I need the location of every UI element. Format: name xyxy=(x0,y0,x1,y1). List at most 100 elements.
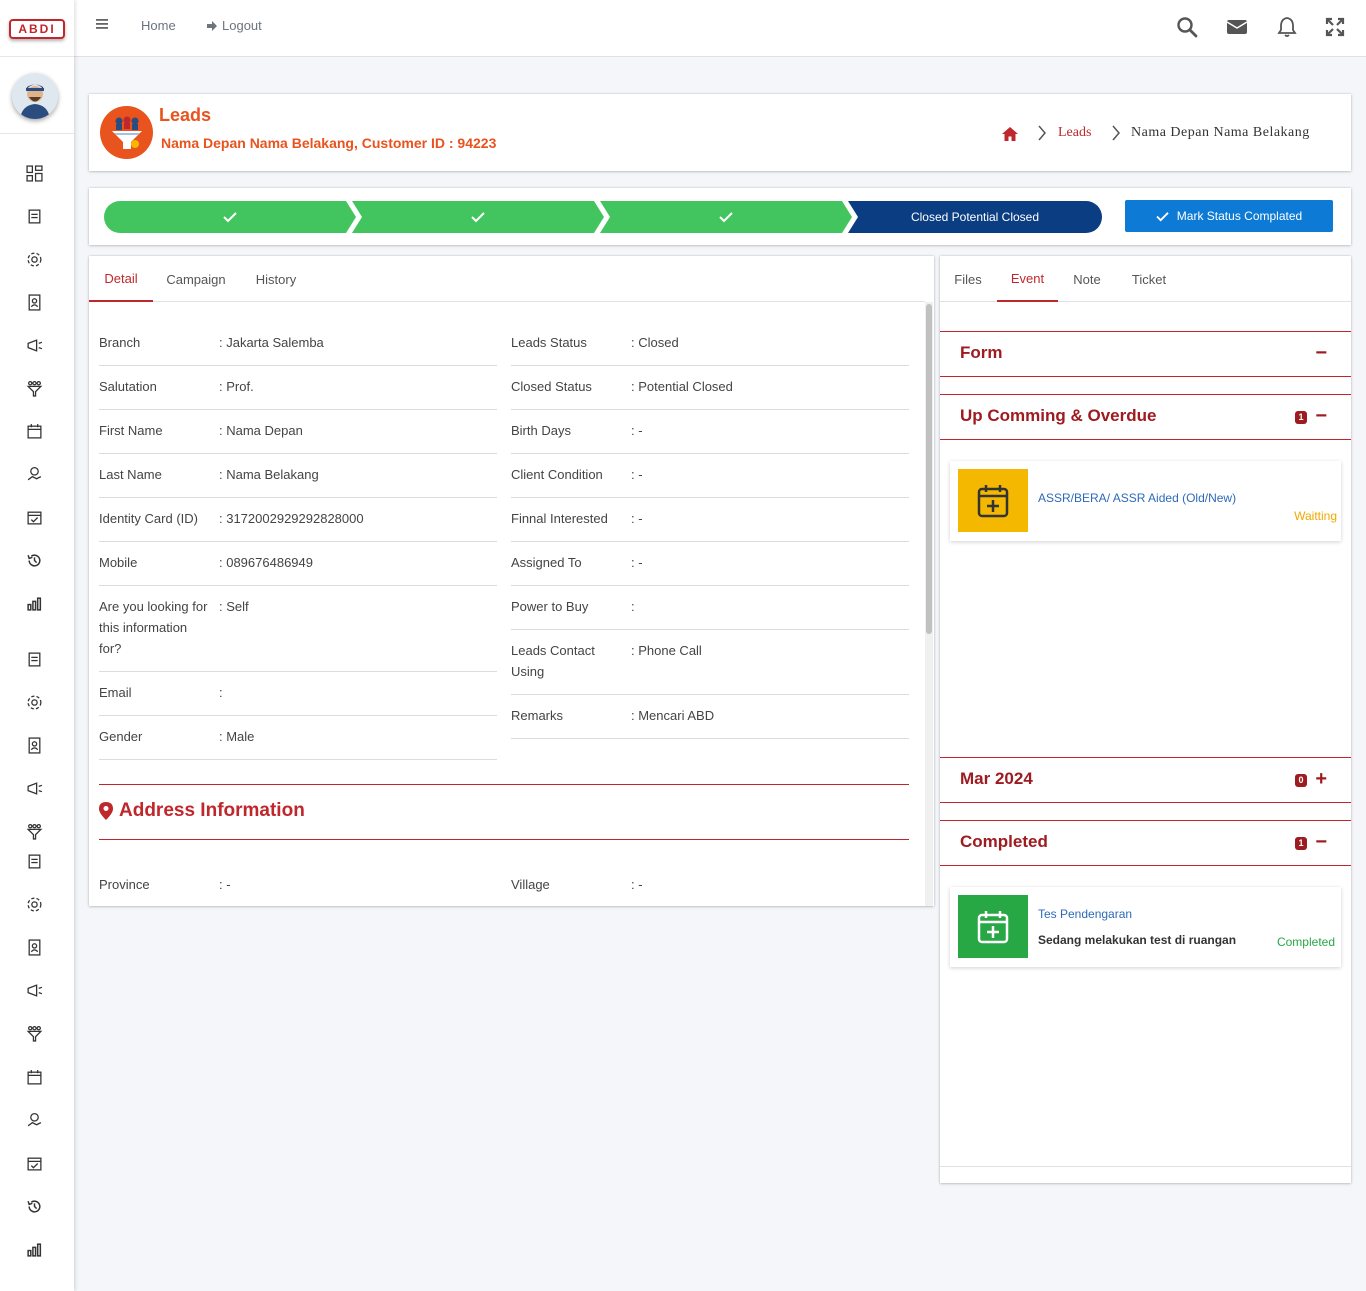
field-value: : xyxy=(219,685,223,700)
hamburger-menu-icon[interactable] xyxy=(96,17,110,31)
calendar-check-icon[interactable] xyxy=(24,507,44,527)
field-row-branch: Branch: Jakarta Salemba xyxy=(99,332,497,366)
gear-icon[interactable] xyxy=(24,894,44,914)
status-step-1[interactable] xyxy=(104,201,356,233)
section-title: Mar 2024 xyxy=(960,769,1033,788)
event-card-upcoming[interactable]: ASSR/BERA/ ASSR Aided (Old/New) Waitting xyxy=(950,461,1341,541)
logout-link[interactable]: Logout xyxy=(206,18,262,33)
expand-toggle[interactable]: + xyxy=(1315,768,1327,791)
contact-book-icon[interactable] xyxy=(24,292,44,312)
calendar-icon[interactable] xyxy=(24,421,44,441)
sidebar-divider xyxy=(0,56,74,57)
bar-chart-icon[interactable] xyxy=(24,593,44,613)
field-row-birth-days: Birth Days: - xyxy=(511,420,909,454)
history-icon[interactable] xyxy=(24,1196,44,1216)
funnel-people-icon[interactable] xyxy=(24,821,44,841)
event-card-completed[interactable]: Tes Pendengaran Sedang melakukan test di… xyxy=(950,887,1341,967)
field-label: Finnal Interested xyxy=(511,511,608,526)
field-value: : 3172002929292828000 xyxy=(219,511,364,526)
collapse-toggle[interactable]: − xyxy=(1315,831,1327,854)
current-step-label: Closed Potential Closed xyxy=(910,210,1040,224)
section-title: Form xyxy=(960,343,1003,362)
event-title-link[interactable]: ASSR/BERA/ ASSR Aided (Old/New) xyxy=(1038,491,1236,505)
contact-book-icon[interactable] xyxy=(24,937,44,957)
detail-tabs: Detail Campaign History xyxy=(89,256,925,302)
envelope-icon[interactable] xyxy=(1226,16,1248,38)
tab-detail[interactable]: Detail xyxy=(89,256,153,302)
logout-icon xyxy=(207,20,217,31)
megaphone-icon[interactable] xyxy=(24,980,44,1000)
funnel-people-icon[interactable] xyxy=(24,1023,44,1043)
document-icon[interactable] xyxy=(24,851,44,871)
field-row-power-to-buy: Power to Buy: xyxy=(511,596,909,630)
tab-files[interactable]: Files xyxy=(948,256,988,302)
upcoming-section-header[interactable]: Up Comming & Overdue 1 − xyxy=(940,394,1351,440)
tab-campaign[interactable]: Campaign xyxy=(161,256,231,302)
tab-ticket[interactable]: Ticket xyxy=(1126,256,1172,302)
collapse-toggle[interactable]: − xyxy=(1315,405,1327,428)
field-value: : Prof. xyxy=(219,379,254,394)
document-icon[interactable] xyxy=(24,649,44,669)
form-section-header[interactable]: Form − xyxy=(940,331,1351,377)
megaphone-icon[interactable] xyxy=(24,778,44,798)
calendar-check-icon[interactable] xyxy=(24,1153,44,1173)
status-step-2[interactable] xyxy=(352,201,604,233)
count-badge: 1 xyxy=(1295,411,1307,424)
field-row-final-interested: Finnal Interested: - xyxy=(511,508,909,542)
status-step-current[interactable]: Closed Potential Closed xyxy=(848,201,1102,233)
bell-icon[interactable] xyxy=(1276,16,1298,38)
field-row-identity-card: Identity Card (ID): 3172002929292828000 xyxy=(99,508,497,542)
field-row-village: Village: - xyxy=(511,874,909,904)
handshake-icon[interactable] xyxy=(24,1110,44,1130)
address-section-title: Address Information xyxy=(99,800,305,822)
home-icon[interactable] xyxy=(1002,127,1018,141)
tab-event[interactable]: Event xyxy=(997,256,1058,302)
field-label: Remarks xyxy=(511,708,564,723)
month-section-header[interactable]: Mar 2024 0 + xyxy=(940,757,1351,803)
completed-section-header[interactable]: Completed 1 − xyxy=(940,820,1351,866)
contact-book-icon[interactable] xyxy=(24,735,44,755)
field-value: : - xyxy=(631,555,643,570)
event-title-link[interactable]: Tes Pendengaran xyxy=(1038,907,1132,921)
user-avatar-icon xyxy=(12,73,58,119)
field-label: Branch xyxy=(99,335,141,350)
gear-icon[interactable] xyxy=(24,692,44,712)
brand-logo[interactable]: ABDI xyxy=(9,19,65,39)
sidebar: ABDI xyxy=(0,0,74,1291)
field-value: : Closed xyxy=(631,335,679,350)
field-label: Gender xyxy=(99,729,143,744)
calendar-plus-icon xyxy=(958,469,1028,532)
field-row-client-condition: Client Condition: - xyxy=(511,464,909,498)
funnel-people-icon[interactable] xyxy=(24,378,44,398)
status-progress-card: Closed Potential Closed Mark Status Comp… xyxy=(89,188,1351,245)
breadcrumb-leads[interactable]: Leads xyxy=(1058,125,1091,141)
handshake-icon[interactable] xyxy=(24,464,44,484)
bar-chart-icon[interactable] xyxy=(24,1239,44,1259)
field-label: Last Name xyxy=(99,467,162,482)
page-title: Leads xyxy=(159,105,212,125)
field-value: : - xyxy=(631,423,643,438)
search-icon[interactable] xyxy=(1176,16,1198,38)
gear-icon[interactable] xyxy=(24,249,44,269)
home-link[interactable]: Home xyxy=(141,18,176,33)
tab-note[interactable]: Note xyxy=(1066,256,1108,302)
document-icon[interactable] xyxy=(24,206,44,226)
history-icon[interactable] xyxy=(24,550,44,570)
collapse-toggle[interactable]: − xyxy=(1315,342,1327,365)
calendar-icon[interactable] xyxy=(24,1067,44,1087)
sidebar-divider xyxy=(0,133,74,134)
status-step-3[interactable] xyxy=(600,201,852,233)
check-icon xyxy=(471,212,485,223)
dashboard-icon[interactable] xyxy=(24,163,44,183)
field-label: Closed Status xyxy=(511,379,592,394)
event-status: Completed xyxy=(1276,935,1335,949)
field-label: Power to Buy xyxy=(511,599,589,614)
field-value: : Nama Depan xyxy=(219,423,303,438)
fullscreen-icon[interactable] xyxy=(1324,16,1346,38)
customer-subtitle: Nama Depan Nama Belakang, Customer ID : … xyxy=(161,135,497,151)
tab-history[interactable]: History xyxy=(243,256,309,302)
megaphone-icon[interactable] xyxy=(24,335,44,355)
avatar[interactable] xyxy=(12,73,58,119)
scrollbar-thumb[interactable] xyxy=(926,304,932,634)
mark-status-completed-button[interactable]: Mark Status Complated xyxy=(1125,200,1333,232)
